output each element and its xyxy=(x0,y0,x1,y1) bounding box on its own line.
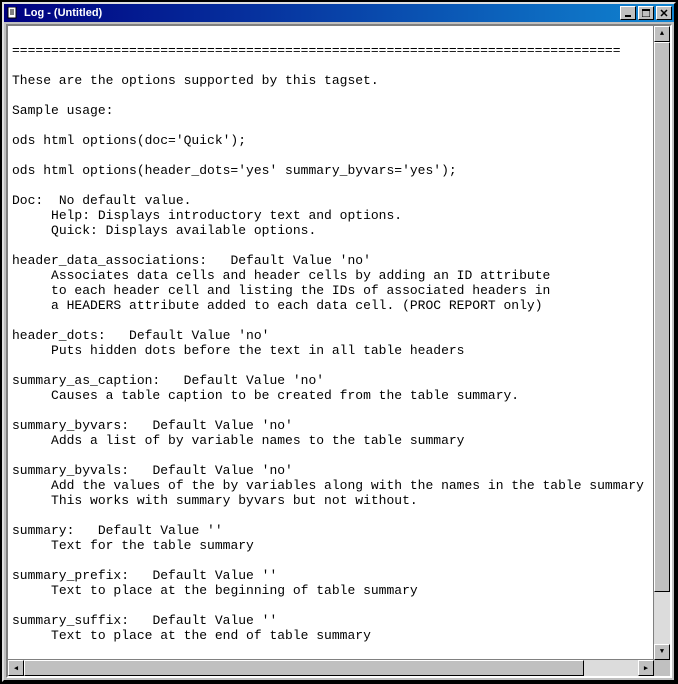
opt-sac-d1: Causes a table caption to be created fro… xyxy=(51,388,519,403)
horizontal-scroll-thumb[interactable] xyxy=(24,660,584,676)
opt-sbvars-d1: Adds a list of by variable names to the … xyxy=(51,433,464,448)
app-icon xyxy=(6,6,20,20)
opt-sbvars-name: summary_byvars: xyxy=(12,418,129,433)
intro-text: These are the options supported by this … xyxy=(12,73,379,88)
horizontal-scrollbar[interactable]: ◀ ▶ xyxy=(8,659,654,676)
maximize-button[interactable] xyxy=(638,6,654,20)
divider-line: ========================================… xyxy=(12,43,621,58)
opt-sprefix-default: Default Value '' xyxy=(152,568,277,583)
opt-sbvals-d2: This works with summary byvars but not w… xyxy=(51,493,418,508)
opt-hda-default: Default Value 'no' xyxy=(230,253,370,268)
opt-doc-quick: Quick: Displays available options. xyxy=(51,223,316,238)
opt-hda-name: header_data_associations: xyxy=(12,253,207,268)
opt-sbvals-d1: Add the values of the by variables along… xyxy=(51,478,644,493)
opt-sac-default: Default Value 'no' xyxy=(184,373,324,388)
sample-2: ods html options(header_dots='yes' summa… xyxy=(12,163,457,178)
vertical-scroll-thumb[interactable] xyxy=(654,42,670,592)
scrollbar-corner xyxy=(654,660,670,676)
opt-ssuffix-d1: Text to place at the end of table summar… xyxy=(51,628,371,643)
window-controls xyxy=(618,6,672,20)
scroll-up-button[interactable]: ▲ xyxy=(654,26,670,42)
opt-doc-name: Doc: xyxy=(12,193,43,208)
opt-sbvars-default: Default Value 'no' xyxy=(152,418,292,433)
sample-1: ods html options(doc='Quick'); xyxy=(12,133,246,148)
opt-ssuffix-name: summary_suffix: xyxy=(12,613,129,628)
opt-hda-d1: Associates data cells and header cells b… xyxy=(51,268,550,283)
scroll-left-button[interactable]: ◀ xyxy=(8,660,24,676)
opt-hdots-name: header_dots: xyxy=(12,328,106,343)
opt-ssuffix-default: Default Value '' xyxy=(152,613,277,628)
scroll-right-button[interactable]: ▶ xyxy=(638,660,654,676)
opt-sprefix-name: summary_prefix: xyxy=(12,568,129,583)
opt-sbvals-default: Default Value 'no' xyxy=(152,463,292,478)
opt-sac-name: summary_as_caption: xyxy=(12,373,160,388)
opt-summary-name: summary: xyxy=(12,523,74,538)
window-title: Log - (Untitled) xyxy=(24,7,618,19)
opt-summary-default: Default Value '' xyxy=(98,523,223,538)
opt-hda-d3: a HEADERS attribute added to each data c… xyxy=(51,298,542,313)
client-area: ========================================… xyxy=(6,24,672,678)
vertical-scrollbar[interactable]: ▲ ▼ xyxy=(653,26,670,660)
sample-usage-label: Sample usage: xyxy=(12,103,113,118)
close-button[interactable] xyxy=(656,6,672,20)
opt-hda-d2: to each header cell and listing the IDs … xyxy=(51,283,550,298)
opt-sbvals-name: summary_byvals: xyxy=(12,463,129,478)
scroll-down-button[interactable]: ▼ xyxy=(654,644,670,660)
opt-hdots-default: Default Value 'no' xyxy=(129,328,269,343)
opt-sprefix-d1: Text to place at the beginning of table … xyxy=(51,583,418,598)
opt-doc-help: Help: Displays introductory text and opt… xyxy=(51,208,402,223)
log-content: ========================================… xyxy=(8,26,654,660)
opt-hdots-d1: Puts hidden dots before the text in all … xyxy=(51,343,464,358)
opt-doc-default: No default value. xyxy=(59,193,192,208)
window: Log - (Untitled) =======================… xyxy=(2,2,676,682)
titlebar[interactable]: Log - (Untitled) xyxy=(4,4,674,22)
opt-summary-d1: Text for the table summary xyxy=(51,538,254,553)
minimize-button[interactable] xyxy=(620,6,636,20)
